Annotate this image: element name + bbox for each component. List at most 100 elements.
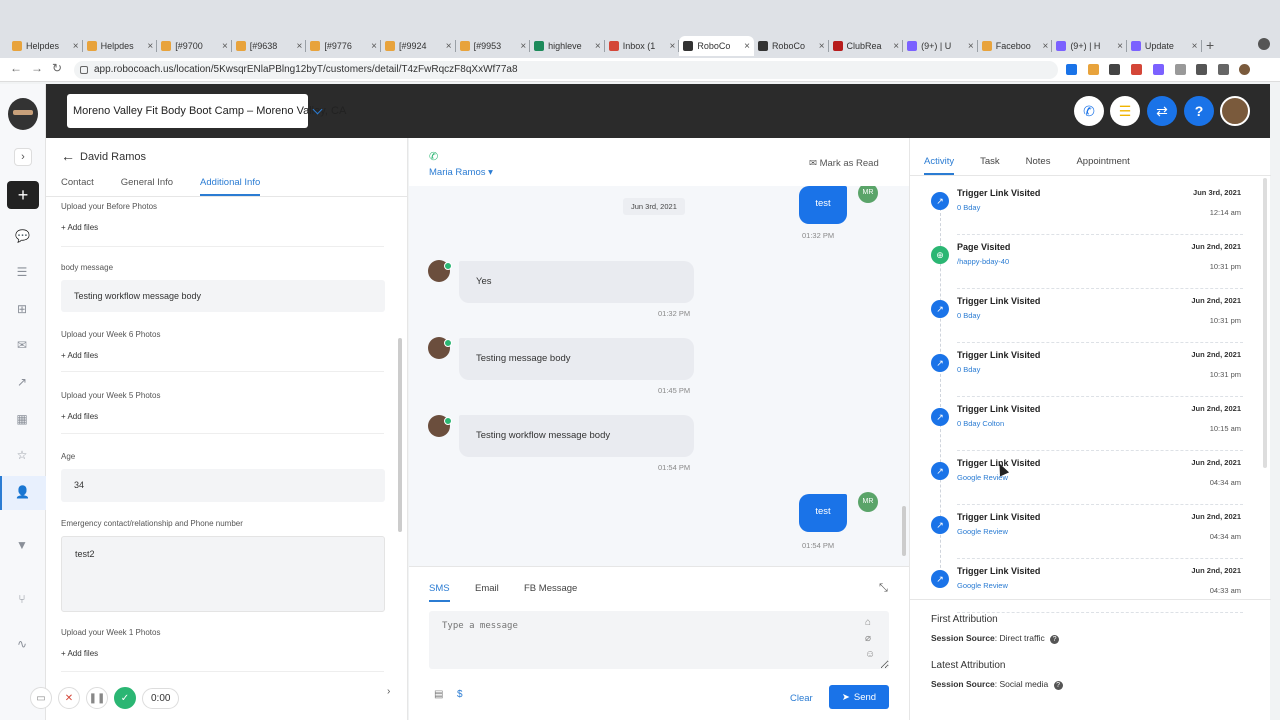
funnel-icon[interactable]: ▼ xyxy=(15,539,29,551)
send-button[interactable]: ➤ Send xyxy=(829,685,889,709)
browser-tab[interactable]: [#9776 × xyxy=(306,36,381,56)
reload-icon[interactable]: ↻ xyxy=(52,61,62,75)
activity-link[interactable]: /happy-bday-40 xyxy=(957,257,1009,266)
back-arrow-icon[interactable]: ← xyxy=(10,61,22,75)
tab-general-info[interactable]: General Info xyxy=(121,177,173,196)
close-tab-icon[interactable]: × xyxy=(1117,41,1123,52)
back-arrow-icon[interactable]: ← xyxy=(61,148,75,164)
new-tab-button[interactable]: + xyxy=(1206,37,1214,53)
extension-icon[interactable] xyxy=(1175,64,1186,75)
browser-tab[interactable]: [#9924 × xyxy=(381,36,456,56)
emoji-icon[interactable]: ☺ xyxy=(865,649,875,660)
mark-as-read-button[interactable]: ✉ Mark as Read xyxy=(809,158,879,169)
check-icon[interactable]: ✓ xyxy=(114,687,136,709)
close-tab-icon[interactable]: × xyxy=(1192,41,1198,52)
workflow-icon[interactable]: ⑂ xyxy=(15,593,29,605)
close-tab-icon[interactable]: × xyxy=(893,41,899,52)
tab-contact[interactable]: Contact xyxy=(61,177,94,196)
activity-link[interactable]: Google Review xyxy=(957,527,1008,536)
message-input[interactable] xyxy=(429,611,889,669)
calendar-icon[interactable]: ▦ xyxy=(15,413,29,425)
forward-arrow-icon[interactable]: → xyxy=(31,61,43,75)
puzzle-icon[interactable] xyxy=(1196,64,1207,75)
tab-fb-message[interactable]: FB Message xyxy=(524,583,577,600)
browser-tab[interactable]: Faceboo × xyxy=(978,36,1053,56)
url-field[interactable]: app.robocoach.us/location/5KwsqrENlaPBln… xyxy=(74,61,1058,79)
extension-icon[interactable] xyxy=(1109,64,1120,75)
chart-icon[interactable]: ↗ xyxy=(15,376,29,388)
browser-tab[interactable]: Inbox (1 × xyxy=(605,36,680,56)
close-tab-icon[interactable]: × xyxy=(73,41,79,52)
close-tab-icon[interactable]: × xyxy=(446,41,452,52)
extension-icon[interactable] xyxy=(1066,64,1077,75)
activity-link[interactable]: 0 Bday xyxy=(957,365,980,374)
close-tab-icon[interactable]: × xyxy=(670,41,676,52)
conversations-icon[interactable]: 💬 xyxy=(15,230,30,242)
switch-button[interactable]: ⇄ xyxy=(1147,96,1177,126)
browser-tab[interactable]: (9+) | H × xyxy=(1052,36,1127,56)
calendar-list-icon[interactable]: ☰ xyxy=(15,266,29,278)
tab-email[interactable]: Email xyxy=(475,583,499,600)
phone-icon[interactable]: ✆ xyxy=(429,150,438,163)
scrollbar[interactable] xyxy=(1263,178,1267,468)
notifications-button[interactable]: ☰ xyxy=(1110,96,1140,126)
browser-tab[interactable]: [#9638 × xyxy=(232,36,307,56)
pause-icon[interactable]: ❚❚ xyxy=(86,687,108,709)
tab-appointment[interactable]: Appointment xyxy=(1076,156,1129,175)
browser-tab[interactable]: [#9953 × xyxy=(456,36,531,56)
close-icon[interactable]: ✕ xyxy=(58,687,80,709)
extension-icon[interactable] xyxy=(1153,64,1164,75)
emergency-contact-field[interactable]: test2 xyxy=(61,536,385,612)
tab-task[interactable]: Task xyxy=(980,156,1000,175)
browser-tab[interactable]: highleve × xyxy=(530,36,605,56)
add-files-button[interactable]: + Add files xyxy=(61,351,98,360)
tab-notes[interactable]: Notes xyxy=(1026,156,1051,175)
activity-link[interactable]: 0 Bday xyxy=(957,203,980,212)
add-files-button[interactable]: + Add files xyxy=(61,649,98,658)
location-selector[interactable]: Moreno Valley Fit Body Boot Camp – Moren… xyxy=(67,94,346,128)
help-icon[interactable]: ? xyxy=(1050,635,1060,644)
browser-tab[interactable]: ClubRea × xyxy=(829,36,904,56)
dollar-icon[interactable]: $ xyxy=(457,689,463,700)
template-icon[interactable]: ▤ xyxy=(434,689,443,700)
tab-activity[interactable]: Activity xyxy=(924,156,955,175)
activity-link[interactable]: 0 Bday Colton xyxy=(957,419,1004,428)
scrollbar[interactable] xyxy=(902,506,906,556)
phone-button[interactable]: ✆ xyxy=(1074,96,1104,126)
activity-link[interactable]: Google Review xyxy=(957,581,1008,590)
expand-icon[interactable]: ⤡ xyxy=(879,582,888,595)
browser-tab[interactable]: RoboCo × xyxy=(679,36,754,56)
tab-additional-info[interactable]: Additional Info xyxy=(200,177,261,196)
help-button[interactable]: ? xyxy=(1184,96,1214,126)
close-tab-icon[interactable]: × xyxy=(968,41,974,52)
mail-icon[interactable]: ✉ xyxy=(15,339,29,351)
user-avatar[interactable] xyxy=(1220,96,1250,126)
conversation-contact-select[interactable]: Maria Ramos ▾ xyxy=(429,167,493,178)
camera-icon[interactable]: ▭ xyxy=(30,687,52,709)
help-icon[interactable]: ? xyxy=(1053,681,1063,690)
tab-search-icon[interactable] xyxy=(1258,38,1270,50)
age-field[interactable]: 34 xyxy=(61,469,385,502)
add-files-button[interactable]: + Add files xyxy=(61,412,98,421)
pulse-icon[interactable]: ∿ xyxy=(15,638,29,650)
tab-sms[interactable]: SMS xyxy=(429,583,450,602)
close-tab-icon[interactable]: × xyxy=(222,41,228,52)
extension-icon[interactable] xyxy=(1088,64,1099,75)
attachment-icon[interactable]: ⌀ xyxy=(865,633,871,644)
contacts-icon[interactable]: 👤 xyxy=(15,486,30,498)
tag-icon[interactable]: ⌂ xyxy=(865,617,871,628)
close-tab-icon[interactable]: × xyxy=(147,41,153,52)
body-message-field[interactable]: Testing workflow message body xyxy=(61,280,385,312)
close-tab-icon[interactable]: × xyxy=(520,41,526,52)
browser-tab[interactable]: Helpdes × xyxy=(8,36,83,56)
chevron-right-icon[interactable]: › xyxy=(387,686,390,697)
close-tab-icon[interactable]: × xyxy=(1042,41,1048,52)
close-tab-icon[interactable]: × xyxy=(371,41,377,52)
close-tab-icon[interactable]: × xyxy=(297,41,303,52)
expand-sidebar-button[interactable]: › xyxy=(14,148,32,166)
hierarchy-icon[interactable]: ⊞ xyxy=(15,303,29,315)
star-icon[interactable]: ☆ xyxy=(15,449,29,461)
extension-icon[interactable] xyxy=(1131,64,1142,75)
profile-avatar[interactable] xyxy=(1239,64,1250,75)
browser-tab[interactable]: Helpdes × xyxy=(83,36,158,56)
